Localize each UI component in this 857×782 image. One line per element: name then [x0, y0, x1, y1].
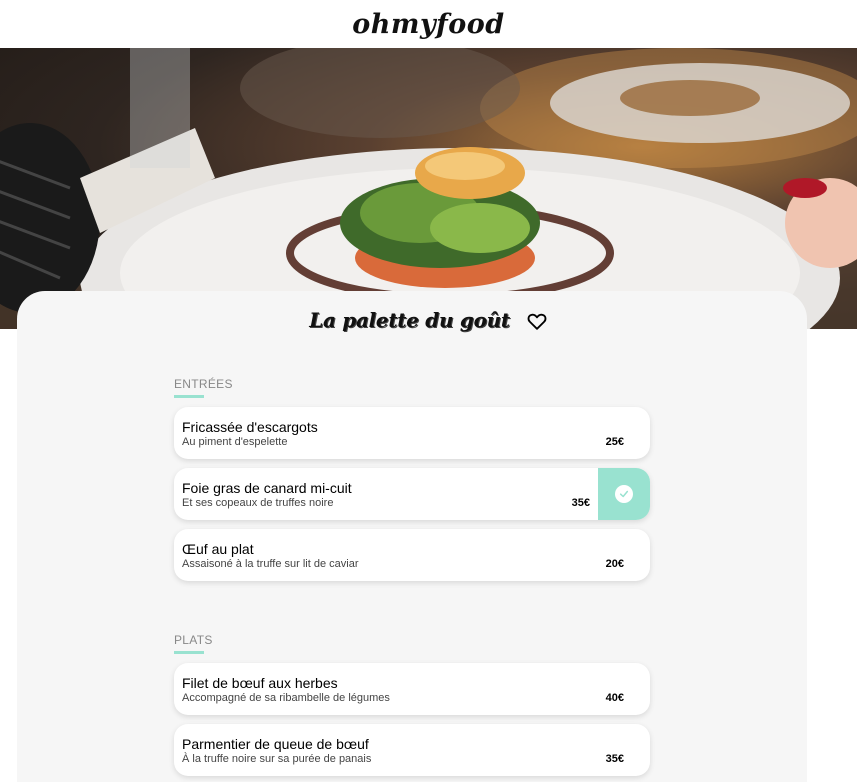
restaurant-name: La palette du goût — [309, 307, 510, 332]
dish-description: À la truffe noire sur sa purée de panais — [182, 753, 372, 765]
dish-name: Filet de bœuf aux herbes — [182, 675, 338, 691]
menu-item[interactable]: Parmentier de queue de bœuf À la truffe … — [174, 724, 650, 776]
dish-price: 35€ — [571, 497, 590, 509]
dish-price: 20€ — [605, 558, 624, 570]
section-underline — [174, 651, 204, 654]
hero-image — [0, 48, 857, 329]
dish-description: Accompagné de sa ribambelle de légumes — [182, 692, 390, 704]
selected-check-zone[interactable] — [598, 468, 650, 520]
dish-description: Assaisoné à la truffe sur lit de caviar — [182, 558, 359, 570]
section-underline — [174, 395, 204, 398]
dish-price: 25€ — [605, 436, 624, 448]
dish-description: Au piment d'espelette — [182, 436, 288, 448]
dish-name: Fricassée d'escargots — [182, 419, 318, 435]
ohmyfood-logo[interactable]: ohmyfood — [352, 9, 504, 40]
section-title: ENTRÉES — [174, 377, 233, 391]
section-plats: PLATS — [174, 633, 650, 654]
check-icon — [615, 485, 633, 503]
top-bar: ohmyfood — [0, 0, 857, 48]
restaurant-header: La palette du goût — [0, 307, 857, 332]
menu-item[interactable]: Œuf au plat Assaisoné à la truffe sur li… — [174, 529, 650, 581]
menu-item[interactable]: Foie gras de canard mi-cuit Et ses copea… — [174, 468, 650, 520]
dish-name: Parmentier de queue de bœuf — [182, 736, 369, 752]
section-title: PLATS — [174, 633, 213, 647]
menu-item[interactable]: Fricassée d'escargots Au piment d'espele… — [174, 407, 650, 459]
dish-name: Foie gras de canard mi-cuit — [182, 480, 352, 496]
heart-outline-icon[interactable] — [526, 310, 548, 332]
menu-item[interactable]: Filet de bœuf aux herbes Accompagné de s… — [174, 663, 650, 715]
dish-name: Œuf au plat — [182, 541, 254, 557]
dish-description: Et ses copeaux de truffes noire — [182, 497, 334, 509]
section-entrees: ENTRÉES — [174, 377, 650, 398]
dish-price: 35€ — [605, 753, 624, 765]
dish-price: 40€ — [605, 692, 624, 704]
